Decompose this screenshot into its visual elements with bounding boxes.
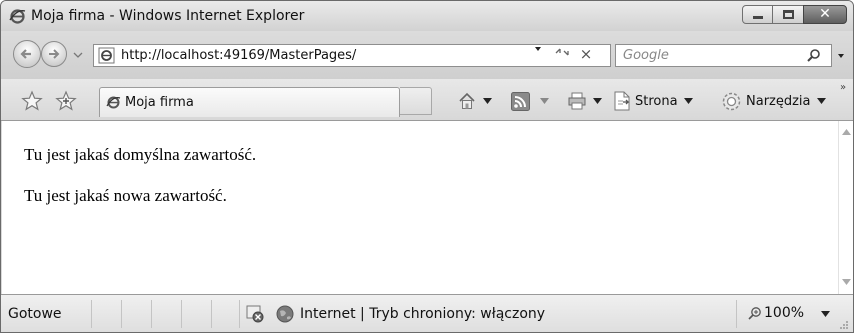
scroll-down-icon[interactable] <box>842 279 851 285</box>
tab-moja-firma[interactable]: Moja firma <box>99 87 400 117</box>
browser-window: Moja firma - Windows Internet Explorer ✕ <box>0 0 854 333</box>
feeds-button[interactable] <box>511 89 549 113</box>
maximize-button[interactable] <box>772 5 804 24</box>
page-menu[interactable]: Strona <box>613 89 693 113</box>
chevron-down-icon <box>816 98 826 104</box>
toolbar-overflow-icon[interactable]: » <box>840 82 846 93</box>
window-controls: ✕ <box>742 5 847 24</box>
search-placeholder: Google <box>623 48 669 63</box>
status-divider <box>151 300 152 328</box>
tab-label: Moja firma <box>125 95 194 110</box>
close-button[interactable]: ✕ <box>803 5 847 24</box>
print-button[interactable] <box>567 89 602 113</box>
scroll-up-icon[interactable] <box>842 129 851 135</box>
zoom-magnifier-icon <box>748 307 761 320</box>
address-dropdown-icon[interactable] <box>531 43 545 55</box>
back-button[interactable] <box>13 40 41 68</box>
status-bar: Gotowe Internet | Tryb chroniony: włączo… <box>1 294 853 332</box>
ie-logo-icon <box>9 9 26 24</box>
resize-grip-icon[interactable] <box>839 320 849 330</box>
status-divider <box>239 300 240 328</box>
close-icon: ✕ <box>819 6 831 22</box>
security-zone-text[interactable]: Internet | Tryb chroniony: włączony <box>300 306 545 322</box>
status-divider <box>211 300 212 328</box>
back-arrow-icon <box>20 49 31 59</box>
page-content: Tu jest jakaś domyślna zawartość. Tu jes… <box>2 121 838 294</box>
star-icon[interactable] <box>21 90 43 112</box>
chevron-down-icon[interactable] <box>821 311 830 317</box>
refresh-button[interactable] <box>553 44 573 64</box>
rss-feed-icon <box>511 91 530 111</box>
search-field[interactable]: Google <box>615 44 832 67</box>
magnifier-icon[interactable] <box>806 48 822 64</box>
page-menu-label: Strona <box>635 93 678 109</box>
command-bar: Moja firma Strona Narzędzia » <box>1 79 853 121</box>
maximize-icon <box>783 10 794 19</box>
minimize-button[interactable] <box>742 5 773 24</box>
zoom-level[interactable]: 100% <box>764 305 804 321</box>
status-text: Gotowe <box>8 306 62 322</box>
content-paragraph: Tu jest jakaś nowa zawartość. <box>24 186 227 205</box>
content-paragraph: Tu jest jakaś domyślna zawartość. <box>24 145 257 164</box>
status-divider <box>91 300 92 328</box>
address-toolbar: http://localhost:49169/MasterPages/ × Go… <box>1 31 853 79</box>
refresh-icon <box>555 48 569 56</box>
stop-icon: × <box>579 45 593 63</box>
home-button[interactable] <box>457 89 492 113</box>
url-text: http://localhost:49169/MasterPages/ <box>121 48 357 63</box>
status-divider <box>181 300 182 328</box>
status-divider <box>121 300 122 328</box>
window-title: Moja firma - Windows Internet Explorer <box>31 8 305 24</box>
tools-menu[interactable]: Narzędzia <box>721 89 826 113</box>
status-divider <box>736 300 737 328</box>
forward-button[interactable] <box>41 41 67 67</box>
ie-logo-icon <box>106 96 121 109</box>
search-options-dropdown-icon[interactable] <box>835 50 847 62</box>
gear-icon <box>722 92 741 110</box>
minimize-icon <box>753 16 763 19</box>
chevron-down-icon <box>540 98 549 104</box>
printer-icon <box>568 92 586 110</box>
history-dropdown-icon[interactable] <box>71 49 85 61</box>
popup-blocker-icon[interactable] <box>246 305 264 323</box>
tools-menu-label: Narzędzia <box>746 93 811 109</box>
vertical-scrollbar[interactable] <box>838 121 853 294</box>
ie-page-icon <box>98 47 115 64</box>
chevron-down-icon <box>483 98 492 104</box>
chevron-down-icon <box>683 98 693 104</box>
stop-button[interactable]: × <box>577 44 595 64</box>
forward-arrow-icon <box>49 49 60 59</box>
new-tab-button[interactable] <box>400 87 432 115</box>
title-bar: Moja firma - Windows Internet Explorer ✕ <box>1 1 853 31</box>
chevron-down-icon <box>593 98 602 104</box>
home-icon <box>459 92 475 109</box>
page-icon <box>614 91 630 111</box>
globe-icon <box>276 305 294 323</box>
add-favorites-icon[interactable] <box>55 90 77 112</box>
